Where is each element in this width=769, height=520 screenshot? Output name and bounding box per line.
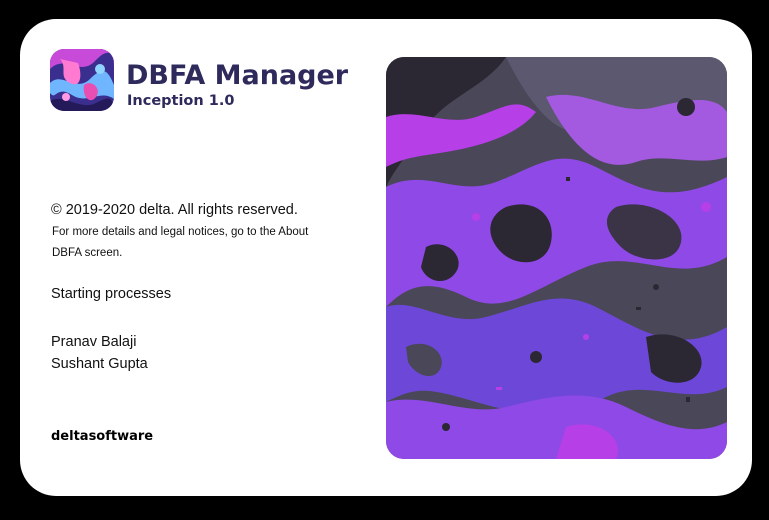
company-brand: deltasoftware xyxy=(51,429,154,444)
copyright-text: © 2019-2020 delta. All rights reserved. xyxy=(51,202,298,218)
loading-status-text: Starting processes xyxy=(51,286,172,302)
app-title: DBFA Manager xyxy=(126,60,349,91)
credit-name: Pranav Balaji xyxy=(51,334,137,350)
splash-window: DBFA Manager Inception 1.0 © 2019-2020 d… xyxy=(20,19,752,496)
credit-name: Sushant Gupta xyxy=(51,356,148,372)
legal-notice-text: For more details and legal notices, go t… xyxy=(52,226,309,259)
credits-list: Pranav Balaji Sushant Gupta xyxy=(51,331,148,375)
app-version: Inception 1.0 xyxy=(127,93,235,109)
app-logo-icon xyxy=(50,49,114,111)
splash-artwork xyxy=(386,57,727,459)
